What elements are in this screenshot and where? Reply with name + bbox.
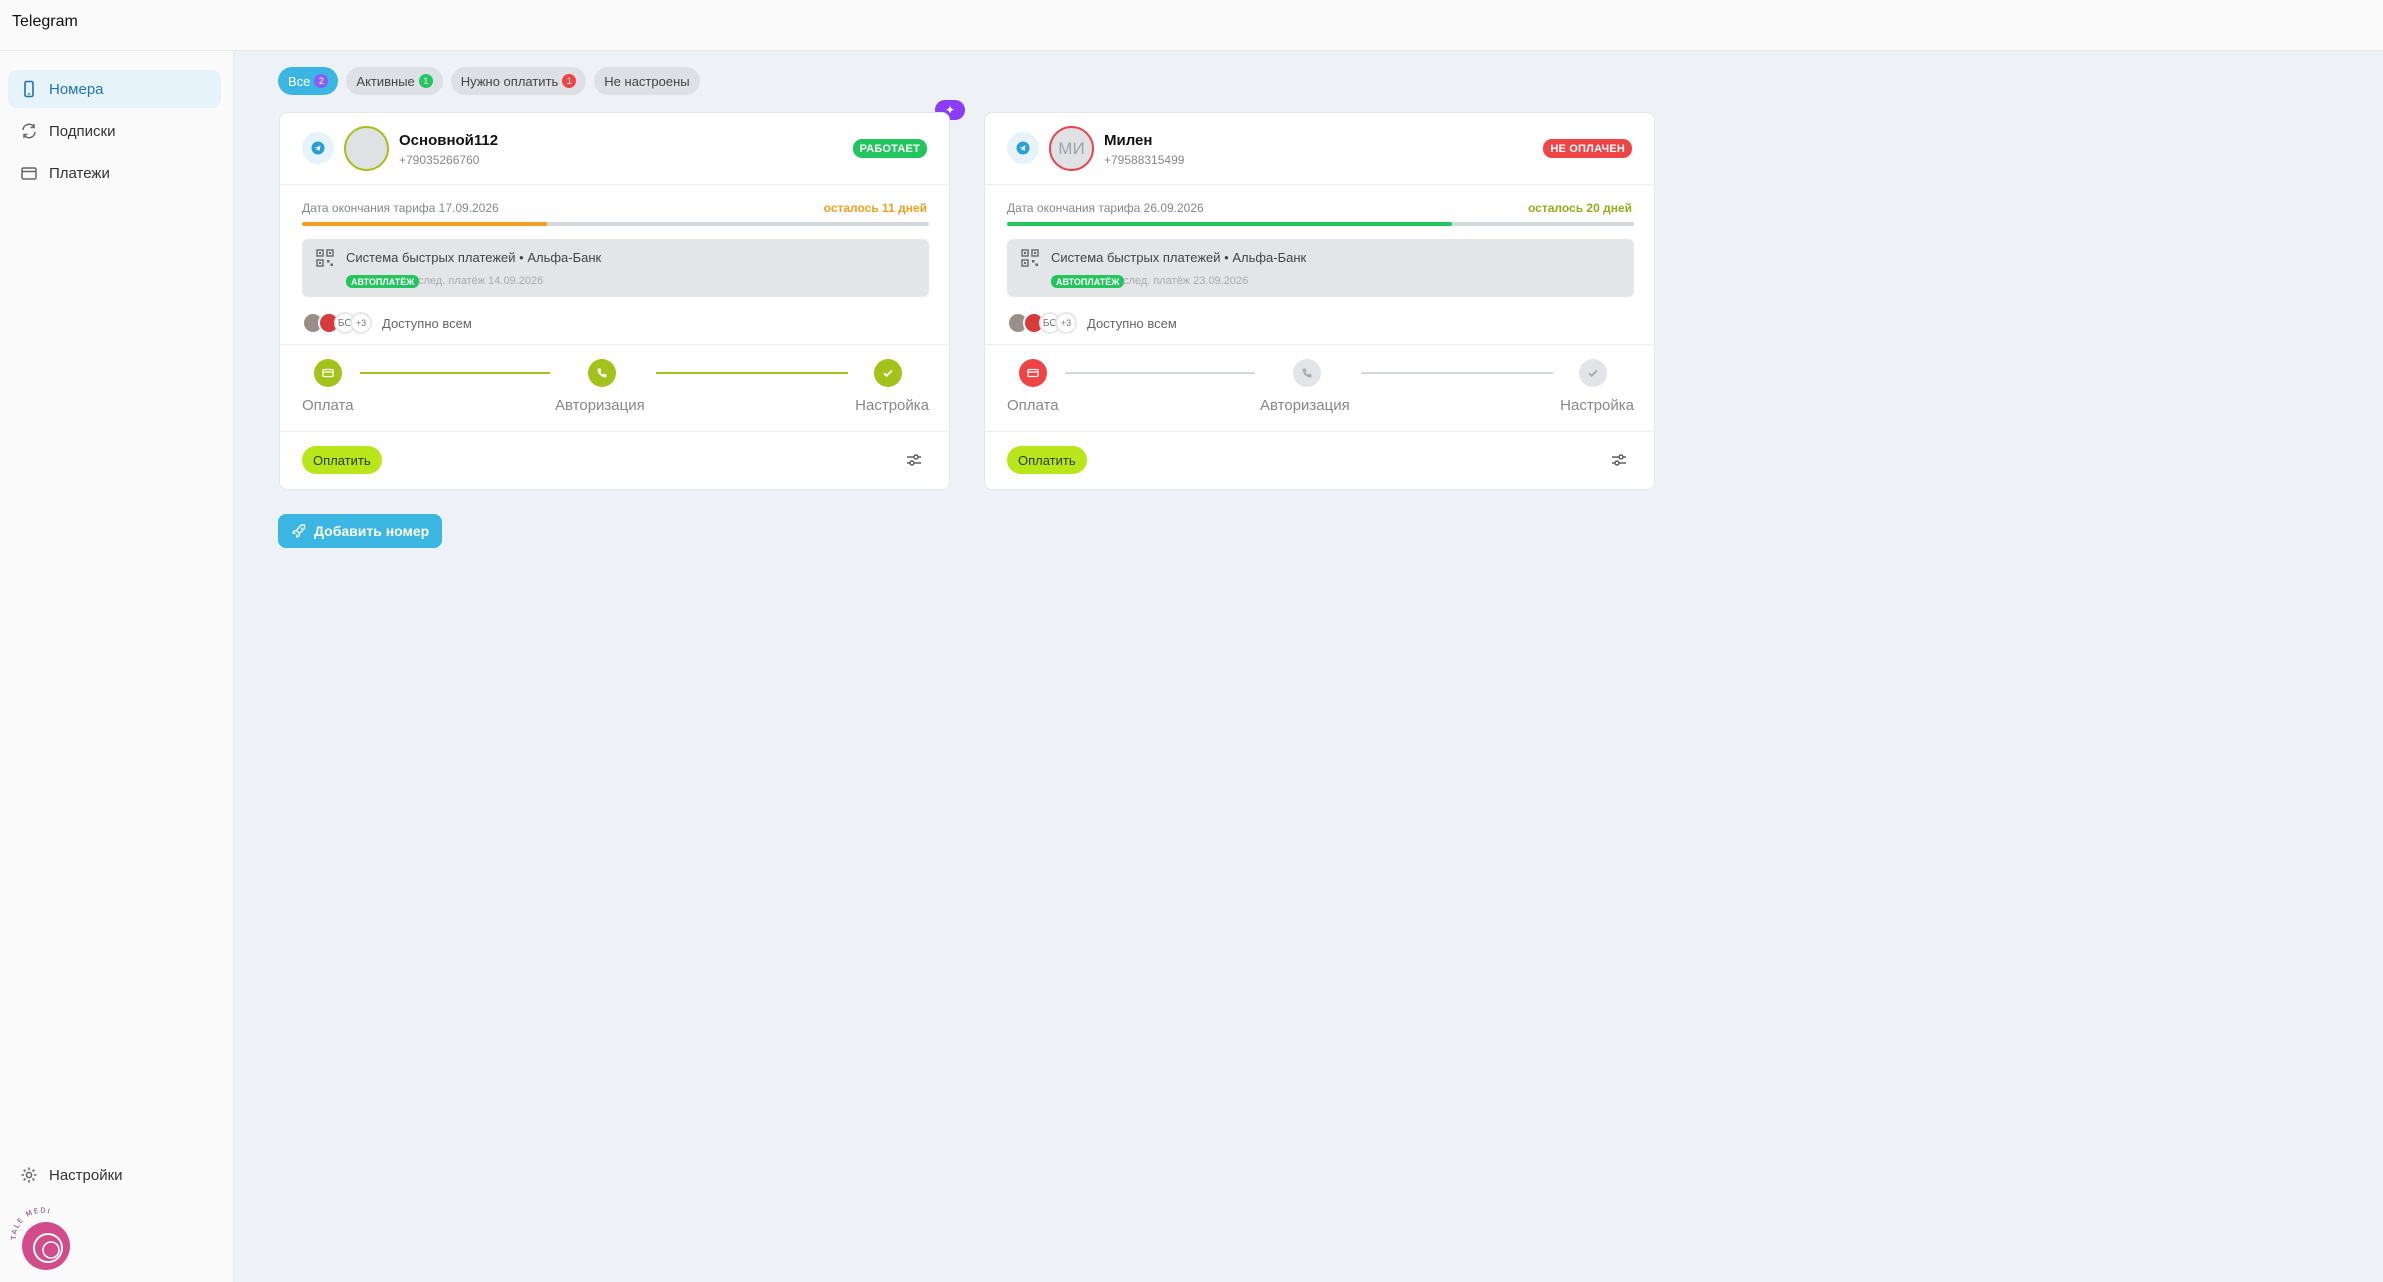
- payment-method: Система быстрых платежей • Альфа-Банк: [1051, 250, 1307, 265]
- tariff-progress-bar: [1007, 222, 1634, 226]
- tariff-end-date: Дата окончания тарифа 17.09.2026: [302, 201, 499, 215]
- tale-media-logo: TALE MEDIA: [10, 1206, 70, 1270]
- qr-code-icon: [1021, 249, 1039, 267]
- filter-all[interactable]: Все 2: [278, 67, 339, 95]
- account-name: Милен: [1104, 132, 1153, 149]
- payment-method-box[interactable]: Система быстрых платежей • Альфа-Банк АВ…: [1007, 239, 1634, 297]
- status-badge: РАБОТАЕТ: [852, 139, 927, 158]
- step-label-auth: Авторизация: [555, 397, 645, 414]
- add-number-label: Добавить номер: [314, 523, 430, 539]
- step-label-setup: Настройка: [855, 397, 929, 414]
- settings-sliders-icon[interactable]: [905, 451, 923, 469]
- settings-sliders-icon[interactable]: [1610, 451, 1628, 469]
- payment-method-box[interactable]: Система быстрых платежей • Альфа-Банк АВ…: [302, 239, 929, 297]
- divider: [985, 431, 1654, 432]
- number-card: МИ Милен +79588315499 НЕ ОПЛАЧЕН Дата ок…: [984, 112, 1655, 490]
- access-label: Доступно всем: [382, 315, 472, 331]
- step-connector: [360, 372, 550, 374]
- days-remaining: осталось 11 дней: [823, 201, 927, 215]
- count-badge: 2: [314, 74, 329, 88]
- avatar: МИ: [1049, 126, 1094, 171]
- filter-need-payment[interactable]: Нужно оплатить 1: [450, 67, 587, 95]
- sidebar-item-label: Номера: [49, 80, 104, 98]
- divider: [985, 344, 1654, 345]
- divider: [280, 344, 949, 345]
- step-connector: [1361, 372, 1553, 374]
- avatar: [344, 126, 389, 171]
- user-access-row[interactable]: БО +3 Доступно всем: [302, 311, 472, 335]
- user-access-row[interactable]: БО +3 Доступно всем: [1007, 311, 1177, 335]
- setup-step-check-icon: [1579, 359, 1607, 387]
- pay-button[interactable]: Оплатить: [1007, 446, 1087, 474]
- more-users-count: +3: [1055, 312, 1077, 334]
- number-card: Основной112 +79035266760 РАБОТАЕТ Дата о…: [279, 112, 950, 490]
- setup-steps: Оплата Авторизация Настройка: [1007, 359, 1634, 419]
- divider: [280, 184, 949, 185]
- days-remaining: осталось 20 дней: [1527, 201, 1632, 215]
- count-badge: 1: [562, 74, 577, 88]
- step-connector: [656, 372, 848, 374]
- access-label: Доступно всем: [1087, 315, 1177, 331]
- gear-icon: [19, 1165, 39, 1185]
- next-payment-date: след. платёж 14.09.2026: [418, 275, 544, 287]
- account-name: Основной112: [399, 132, 499, 149]
- payment-method: Система быстрых платежей • Альфа-Банк: [346, 250, 602, 265]
- account-phone: +79035266760: [399, 153, 480, 167]
- pay-button[interactable]: Оплатить: [302, 446, 382, 474]
- status-badge: НЕ ОПЛАЧЕН: [1543, 139, 1632, 158]
- qr-code-icon: [316, 249, 334, 267]
- sidebar-item-subscriptions[interactable]: Подписки: [8, 112, 221, 150]
- auth-step-icon: [1293, 359, 1321, 387]
- phone-icon: [19, 79, 39, 99]
- telegram-icon: [1007, 132, 1039, 164]
- autopay-badge: АВТОПЛАТЁЖ: [1051, 275, 1125, 288]
- account-phone: +79588315499: [1104, 153, 1185, 167]
- sidebar-item-label: Подписки: [49, 122, 116, 140]
- divider: [280, 431, 949, 432]
- tariff-end-date: Дата окончания тарифа 26.09.2026: [1007, 201, 1204, 215]
- filter-active[interactable]: Активные 1: [346, 67, 443, 95]
- window-titlebar: Telegram: [0, 0, 2383, 51]
- step-connector: [1065, 372, 1255, 374]
- filter-bar: Все 2 Активные 1 Нужно оплатить 1 Не нас…: [278, 67, 700, 95]
- divider: [985, 184, 1654, 185]
- tariff-progress-bar: [302, 222, 929, 226]
- payment-step-icon: [1019, 359, 1047, 387]
- sidebar-item-settings[interactable]: Настройки: [8, 1156, 221, 1194]
- sidebar: Номера Подписки Платежи Настройки TALE M…: [0, 51, 234, 1282]
- rocket-icon: [292, 524, 306, 538]
- step-label-setup: Настройка: [1560, 397, 1634, 414]
- autopay-badge: АВТОПЛАТЁЖ: [346, 275, 420, 288]
- auth-step-icon: [588, 359, 616, 387]
- sidebar-item-numbers[interactable]: Номера: [8, 70, 221, 108]
- folder-icon: [19, 163, 39, 183]
- telegram-icon: [302, 132, 334, 164]
- add-number-button[interactable]: Добавить номер: [278, 514, 443, 548]
- sidebar-item-label: Платежи: [49, 164, 110, 182]
- next-payment-date: след. платёж 23.09.2026: [1123, 275, 1249, 287]
- payment-step-icon: [314, 359, 342, 387]
- step-label-payment: Оплата: [1007, 397, 1059, 414]
- setup-step-check-icon: [874, 359, 902, 387]
- count-badge: 1: [418, 74, 433, 88]
- setup-steps: Оплата Авторизация Настройка: [302, 359, 929, 419]
- step-label-payment: Оплата: [302, 397, 354, 414]
- step-label-auth: Авторизация: [1260, 397, 1350, 414]
- refresh-icon: [19, 121, 39, 141]
- app-title: Telegram: [12, 13, 78, 30]
- sidebar-item-label: Настройки: [49, 1166, 123, 1184]
- filter-not-configured[interactable]: Не настроены: [594, 67, 700, 95]
- sidebar-item-payments[interactable]: Платежи: [8, 154, 221, 192]
- more-users-count: +3: [350, 312, 372, 334]
